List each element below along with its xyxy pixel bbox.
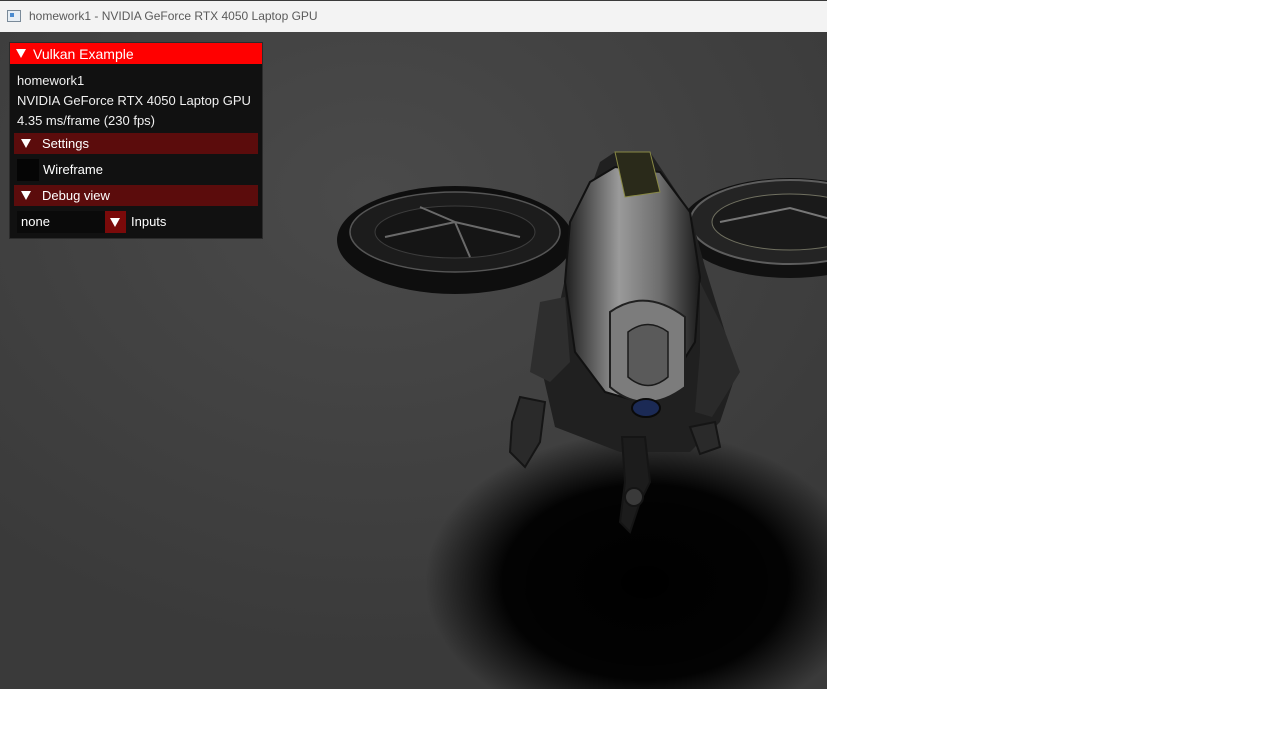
frame-time-text: 4.35 ms/frame (230 fps) xyxy=(17,113,155,128)
debug-view-combo-label: Inputs xyxy=(131,214,167,229)
title-bar[interactable]: homework1 - NVIDIA GeForce RTX 4050 Lapt… xyxy=(0,0,827,32)
settings-section-header[interactable]: Settings xyxy=(14,133,258,154)
debug-view-section-header[interactable]: Debug view xyxy=(14,185,258,206)
wireframe-label: Wireframe xyxy=(43,162,103,177)
app-name-text: homework1 xyxy=(17,73,85,88)
combo-dropdown-button[interactable] xyxy=(105,211,126,233)
settings-section-label: Settings xyxy=(42,136,89,151)
imgui-panel[interactable]: Vulkan Example homework1 NVIDIA GeForce … xyxy=(9,42,263,239)
triangle-down-icon xyxy=(21,139,31,148)
panel-title: Vulkan Example xyxy=(33,46,134,62)
wireframe-checkbox[interactable] xyxy=(17,159,39,181)
window-title: homework1 - NVIDIA GeForce RTX 4050 Lapt… xyxy=(29,9,318,23)
triangle-down-icon xyxy=(110,218,120,227)
triangle-down-icon xyxy=(16,49,26,58)
left-rotor xyxy=(337,186,573,294)
debug-view-section-label: Debug view xyxy=(42,188,110,203)
debug-view-combo[interactable]: none xyxy=(17,211,126,233)
panel-header[interactable]: Vulkan Example xyxy=(10,43,262,64)
triangle-down-icon xyxy=(21,191,31,200)
gpu-name-text: NVIDIA GeForce RTX 4050 Laptop GPU xyxy=(17,93,251,108)
app-window: homework1 - NVIDIA GeForce RTX 4050 Lapt… xyxy=(0,0,827,689)
app-icon xyxy=(7,10,21,22)
debug-view-value: none xyxy=(21,214,50,229)
